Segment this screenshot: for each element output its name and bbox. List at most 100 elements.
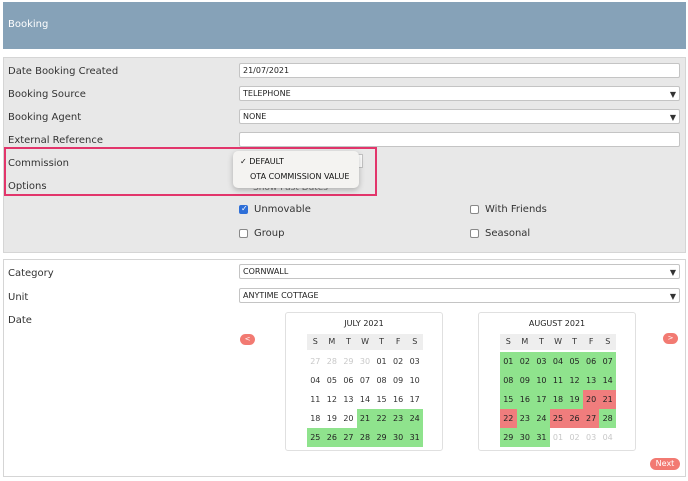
weekday-label: T — [539, 337, 544, 346]
calendar-day[interactable]: 04 — [307, 371, 324, 390]
calendar-day[interactable]: 04 — [549, 352, 567, 371]
calendar-day[interactable]: 30 — [389, 428, 407, 447]
chevron-down-icon: ▼ — [669, 113, 676, 122]
group-label: Group — [254, 228, 285, 239]
date-created-input[interactable]: 21/07/2021 — [239, 63, 680, 78]
calendar-week-row: 11 12 13 14 15 16 17 — [307, 390, 423, 409]
calendar-day[interactable]: 10 — [406, 371, 423, 390]
next-button[interactable]: Next — [650, 458, 680, 470]
external-reference-input[interactable] — [239, 132, 680, 147]
weekday-label: T — [572, 337, 578, 346]
category-value: CORNWALL — [243, 267, 289, 276]
calendar-grid: 01 02 03 04 05 06 07 08 09 10 11 12 13 14 15 16 17 18 19 20… — [500, 352, 616, 447]
calendar-day[interactable]: 02 — [516, 352, 534, 371]
calendar-day[interactable]: 13 — [340, 390, 357, 409]
calendar-day[interactable]: 08 — [500, 371, 517, 390]
calendar-day[interactable]: 03 — [533, 352, 550, 371]
calendar-day[interactable]: 24 — [406, 409, 423, 428]
calendar-day: 29 — [343, 357, 354, 366]
calendar-day[interactable]: 18 — [307, 409, 324, 428]
calendar-day[interactable]: 20 — [582, 390, 600, 409]
calendar-day[interactable]: 16 — [516, 390, 534, 409]
with-friends-checkbox[interactable]: With Friends — [470, 204, 547, 215]
calendar-day[interactable]: 25 — [549, 409, 567, 428]
calendar-day: 30 — [359, 357, 371, 366]
seasonal-checkbox[interactable]: Seasonal — [470, 228, 530, 239]
calendar-day[interactable]: 31 — [533, 428, 550, 447]
calendar-day[interactable]: 03 — [406, 352, 423, 371]
calendar-day[interactable]: 06 — [582, 352, 600, 371]
calendar-day[interactable]: 19 — [324, 409, 341, 428]
calendar-day[interactable]: 24 — [533, 409, 550, 428]
calendar-day[interactable]: 05 — [566, 352, 583, 371]
calendar-day[interactable]: 02 — [390, 352, 407, 371]
calendar-day[interactable]: 26 — [323, 428, 341, 447]
calendar-day[interactable]: 07 — [599, 352, 616, 371]
dropdown-option-ota-commission[interactable]: OTA COMMISSION VALUE — [250, 172, 349, 181]
checkbox-icon — [470, 205, 479, 214]
calendar-day[interactable]: 21 — [599, 390, 616, 409]
calendar-day[interactable]: 26 — [566, 409, 583, 428]
calendar-day[interactable]: 23 — [516, 409, 534, 428]
chevron-down-icon: ▼ — [669, 268, 676, 277]
booking-agent-select[interactable]: NONE ▼ — [239, 109, 680, 124]
calendar-day[interactable]: 23 — [389, 409, 407, 428]
calendar-day[interactable]: 31 — [406, 428, 423, 447]
calendar-day[interactable]: 11 — [549, 371, 567, 390]
prev-month-button[interactable]: < — [240, 334, 255, 345]
calendar-day[interactable]: 11 — [307, 390, 324, 409]
calendar-week-row: 01 02 03 04 05 06 07 — [500, 352, 616, 371]
calendar-day: 04 — [602, 433, 613, 442]
calendar-day[interactable]: 15 — [373, 390, 390, 409]
calendar-day[interactable]: 28 — [599, 409, 616, 428]
calendar-day[interactable]: 01 — [373, 352, 390, 371]
calendar-day[interactable]: 22 — [500, 409, 517, 428]
calendar-day[interactable]: 10 — [533, 371, 550, 390]
calendar-day[interactable]: 16 — [390, 390, 407, 409]
calendar-day[interactable]: 25 — [307, 428, 324, 447]
calendar-day[interactable]: 21 — [356, 409, 374, 428]
calendar-day[interactable]: 17 — [406, 390, 423, 409]
weekday-label: W — [554, 337, 562, 346]
booking-source-select[interactable]: TELEPHONE ▼ — [239, 86, 680, 101]
unmovable-checkbox[interactable]: Unmovable — [239, 204, 311, 215]
calendar-week-row: 08 09 10 11 12 13 14 — [500, 371, 616, 390]
category-select[interactable]: CORNWALL ▼ — [239, 264, 680, 279]
calendar-day[interactable]: 05 — [324, 371, 341, 390]
calendar-day[interactable]: 15 — [500, 390, 517, 409]
calendar-day[interactable]: 20 — [340, 409, 357, 428]
calendar-day[interactable]: 17 — [533, 390, 550, 409]
calendar-day[interactable]: 09 — [390, 371, 407, 390]
calendar-month-title: AUGUST 2021 — [528, 319, 586, 328]
next-month-button[interactable]: > — [663, 333, 678, 344]
group-checkbox[interactable]: Group — [239, 228, 284, 239]
calendar-day[interactable]: 29 — [373, 428, 390, 447]
calendar-day[interactable]: 30 — [516, 428, 534, 447]
checkbox-checked-icon — [239, 204, 248, 214]
weekday-label: S — [505, 337, 511, 346]
unmovable-label: Unmovable — [254, 204, 311, 215]
calendar-day[interactable]: 19 — [566, 390, 583, 409]
calendar-day[interactable]: 18 — [549, 390, 567, 409]
unit-select[interactable]: ANYTIME COTTAGE ▼ — [239, 288, 680, 303]
external-reference-label: External Reference — [8, 135, 104, 146]
calendar-day[interactable]: 28 — [356, 428, 374, 447]
calendar-day[interactable]: 14 — [357, 390, 374, 409]
calendar-day[interactable]: 06 — [340, 371, 357, 390]
calendar-day[interactable]: 01 — [500, 352, 517, 371]
calendar-day[interactable]: 22 — [373, 409, 390, 428]
calendar-day[interactable]: 14 — [599, 371, 616, 390]
calendar-day: 02 — [569, 433, 580, 442]
calendar-day[interactable]: 29 — [500, 428, 517, 447]
unit-label: Unit — [8, 292, 29, 303]
dropdown-option-default[interactable]: ✓ DEFAULT — [240, 157, 284, 166]
booking-agent-value: NONE — [243, 112, 267, 121]
calendar-day[interactable]: 27 — [582, 409, 600, 428]
calendar-day[interactable]: 13 — [582, 371, 600, 390]
calendar-day[interactable]: 07 — [357, 371, 374, 390]
calendar-day[interactable]: 08 — [373, 371, 390, 390]
calendar-day[interactable]: 27 — [340, 428, 357, 447]
calendar-day[interactable]: 09 — [516, 371, 534, 390]
calendar-day[interactable]: 12 — [566, 371, 583, 390]
calendar-day[interactable]: 12 — [324, 390, 341, 409]
